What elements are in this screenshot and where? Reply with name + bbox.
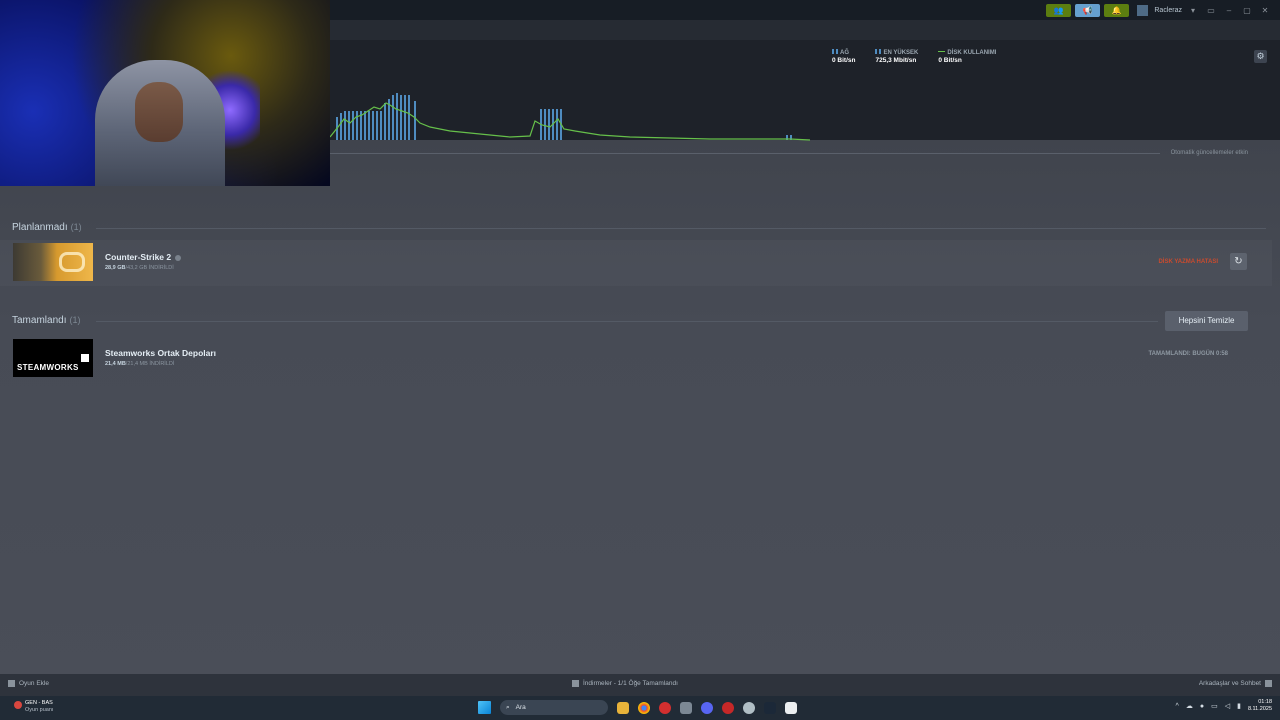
- maximize-icon[interactable]: ▢: [1240, 6, 1254, 15]
- clear-all-button[interactable]: Hepsini Temizle: [1165, 311, 1248, 331]
- discord-icon[interactable]: [701, 701, 713, 714]
- total-size: /21,4 MB İNDİRİLDİ: [125, 361, 175, 367]
- avatar[interactable]: [1137, 4, 1149, 16]
- bar-chart-icon: [875, 49, 882, 54]
- line-chart-icon: [938, 50, 946, 54]
- news-title: GEN - BAS: [25, 700, 53, 706]
- monitor-icon[interactable]: ▭: [1204, 6, 1218, 15]
- game-thumbnail[interactable]: [13, 243, 93, 281]
- bell-icon[interactable]: 🔔: [1104, 3, 1130, 17]
- downloaded-size: 21,4 MB: [105, 361, 126, 367]
- section-divider: [96, 228, 1266, 229]
- section-count: (1): [70, 222, 82, 232]
- game-name: Counter-Strike 2: [105, 252, 172, 262]
- divider: [330, 153, 1160, 154]
- clock[interactable]: 01:18 8.11.2025: [1248, 699, 1272, 713]
- opera-gx-icon[interactable]: [722, 701, 734, 714]
- graph-stats: AĞ 0 Bit/sn EN YÜKSEK 725,3 Mbit/sn DİSK…: [832, 49, 996, 65]
- windows-taskbar: GEN - BAS Oyun puanı ⌕ Ara ^ ☁ ● ▭ ◁ ▮ 01:…: [0, 696, 1280, 720]
- webcam-overlay: [0, 0, 330, 186]
- downloads-status[interactable]: İndirmeler - 1/1 Öğe Tamamlandı: [572, 680, 678, 687]
- download-icon: [572, 680, 579, 687]
- section-divider: [96, 321, 1158, 322]
- taskbar-search[interactable]: ⌕ Ara: [500, 700, 608, 715]
- section-title-unscheduled: Planlanmadı (1): [12, 222, 82, 233]
- status-completed: TAMAMLANDI: BUGÜN 0:58: [1148, 351, 1228, 357]
- volume-icon[interactable]: ◁: [1225, 702, 1230, 710]
- game-title[interactable]: Steamworks Ortak Depoları: [105, 348, 216, 358]
- clock-time: 01:18: [1258, 699, 1272, 705]
- search-icon: ⌕: [506, 703, 510, 711]
- friends-chat-button[interactable]: Arkadaşlar ve Sohbet: [1199, 680, 1272, 687]
- stat-label: EN YÜKSEK: [883, 50, 919, 56]
- battery-icon[interactable]: ▮: [1237, 702, 1241, 710]
- section-label: Tamamlandı: [12, 315, 67, 326]
- windows-start-icon[interactable]: [478, 701, 491, 714]
- opera-icon[interactable]: [659, 701, 671, 714]
- info-icon[interactable]: [175, 254, 182, 261]
- news-subtitle: Oyun puanı: [25, 707, 54, 713]
- stat-value: 725,3 Mbit/sn: [875, 57, 917, 64]
- downloaded-size: 28,9 GB: [105, 265, 126, 271]
- stat-label: AĞ: [840, 50, 849, 56]
- webcam-face: [135, 82, 183, 142]
- plus-icon: [8, 680, 15, 687]
- file-explorer-icon[interactable]: [617, 701, 629, 714]
- thumbnail-text: STEAMWORKS: [17, 363, 79, 372]
- retry-icon[interactable]: ↻: [1230, 253, 1247, 270]
- stat-peak: EN YÜKSEK 725,3 Mbit/sn: [875, 49, 918, 65]
- title-bar-controls: 👥 📢 🔔 Racleraz ▾ ▭ – ▢ ✕: [1046, 3, 1272, 17]
- friends-chat-label: Arkadaşlar ve Sohbet: [1198, 680, 1261, 687]
- search-placeholder: Ara: [515, 704, 526, 711]
- download-row-steamworks[interactable]: STEAMWORKS Steamworks Ortak Depoları 21,…: [0, 336, 1272, 382]
- gear-icon[interactable]: ⚙: [1254, 50, 1267, 63]
- minimize-icon[interactable]: –: [1222, 6, 1236, 15]
- bar-chart-icon: [832, 49, 838, 54]
- friends-icon[interactable]: 👥: [1046, 3, 1072, 17]
- stat-value: 0 Bit/sn: [832, 57, 856, 64]
- obs-icon[interactable]: [743, 701, 755, 714]
- cloud-icon[interactable]: ☁: [1186, 702, 1193, 710]
- clock-date: 8.11.2025: [1247, 706, 1272, 712]
- settings-app-icon[interactable]: [680, 701, 692, 714]
- game-title[interactable]: Counter-Strike 2: [105, 252, 182, 262]
- total-size: /43,2 GB İNDİRİLDİ: [125, 265, 174, 271]
- download-row-cs2[interactable]: Counter-Strike 2 28,9 GB/43,2 GB İNDİRİL…: [0, 240, 1272, 286]
- download-progress: 28,9 GB/43,2 GB İNDİRİLDİ: [105, 265, 174, 271]
- system-tray: ^ ☁ ● ▭ ◁ ▮ 01:18 8.11.2025: [1176, 699, 1272, 713]
- stat-label: DİSK KULLANIMI: [947, 50, 997, 56]
- steamworks-logo-icon: [81, 354, 89, 362]
- steam-bottom-bar: Oyun Ekle İndirmeler - 1/1 Öğe Tamamland…: [0, 674, 1280, 696]
- news-icon: [14, 701, 22, 709]
- network-icon[interactable]: ▭: [1211, 702, 1218, 710]
- section-title-completed: Tamamlandı (1): [12, 315, 80, 326]
- graph-bars: [336, 93, 792, 140]
- steam-icon[interactable]: [764, 701, 776, 714]
- chrome-icon[interactable]: [638, 701, 650, 714]
- chevron-down-icon[interactable]: ▾: [1186, 6, 1200, 15]
- close-icon[interactable]: ✕: [1258, 6, 1272, 15]
- microphone-icon[interactable]: ●: [1200, 703, 1204, 710]
- game-thumbnail[interactable]: STEAMWORKS: [13, 339, 93, 377]
- add-game-label: Oyun Ekle: [19, 680, 49, 687]
- download-graph: [330, 93, 811, 141]
- status-error: DİSK YAZMA HATASI: [1158, 259, 1218, 265]
- add-game-button[interactable]: Oyun Ekle: [8, 680, 49, 687]
- news-widget[interactable]: GEN - BAS Oyun puanı: [14, 700, 53, 714]
- stat-value: 0 Bit/sn: [938, 57, 962, 64]
- chat-icon: [1265, 680, 1272, 687]
- section-count: (1): [69, 315, 81, 325]
- chevron-up-icon[interactable]: ^: [1176, 703, 1179, 710]
- cs2-logo-icon: [59, 252, 85, 272]
- megaphone-icon[interactable]: 📢: [1075, 3, 1101, 17]
- taskbar-apps: ⌕ Ara: [478, 700, 797, 715]
- stat-disk: DİSK KULLANIMI 0 Bit/sn: [938, 49, 996, 65]
- download-progress: 21,4 MB/21,4 MB İNDİRİLDİ: [105, 361, 174, 367]
- auto-updates-link[interactable]: Otomatik güncellemeler etkin: [1171, 150, 1248, 156]
- downloads-label: İndirmeler - 1/1 Öğe Tamamlandı: [583, 680, 678, 687]
- user-name[interactable]: Racleraz: [1154, 7, 1182, 14]
- section-label: Planlanmadı: [12, 222, 68, 233]
- stat-network: AĞ 0 Bit/sn: [832, 49, 855, 65]
- app-icon[interactable]: [785, 701, 797, 714]
